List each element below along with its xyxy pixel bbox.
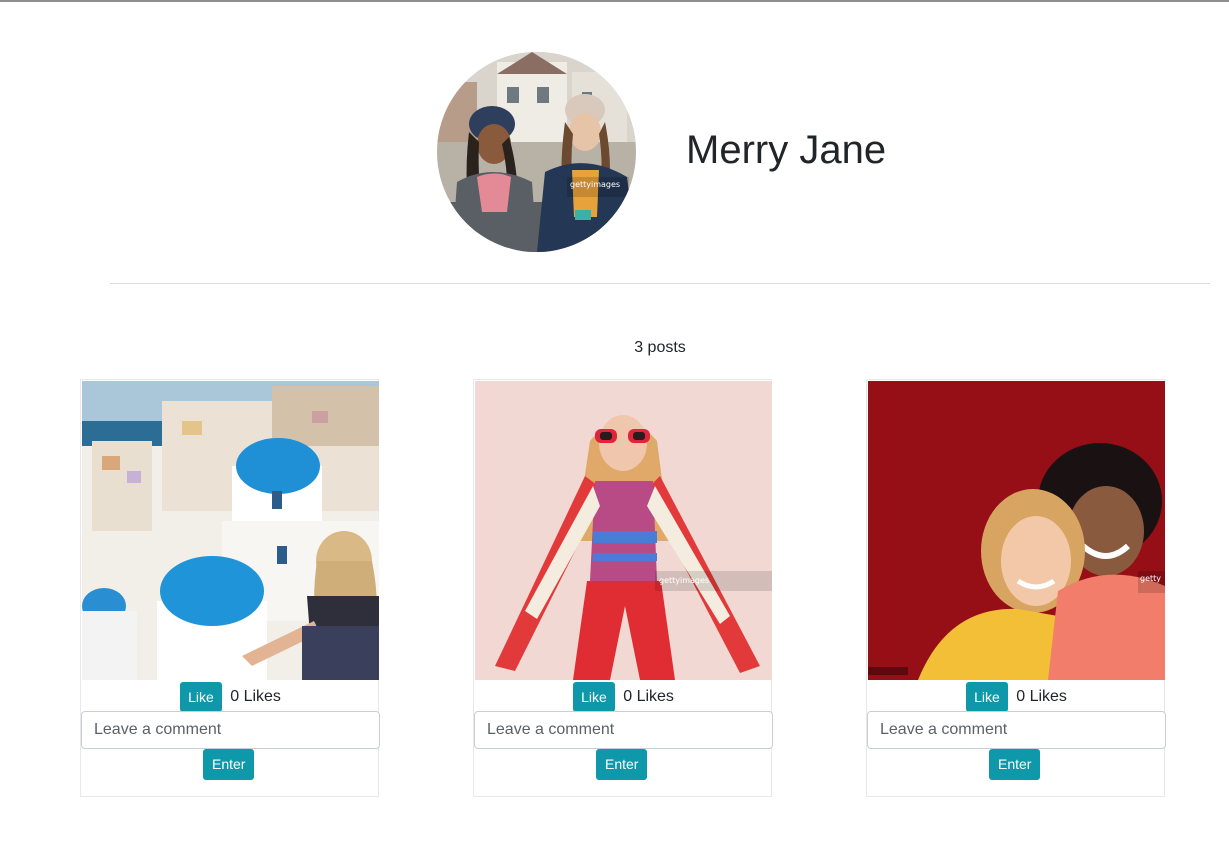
comment-input[interactable] <box>867 711 1166 749</box>
svg-text:gettyimages: gettyimages <box>570 180 620 189</box>
profile-name: Merry Jane <box>686 128 887 172</box>
like-row: Like 0 Likes <box>474 681 773 713</box>
post-image[interactable]: getty <box>868 381 1165 680</box>
enter-button[interactable]: Enter <box>989 749 1041 780</box>
like-row: Like 0 Likes <box>81 681 380 713</box>
post-card: Like 0 Likes Enter <box>80 379 380 797</box>
enter-button[interactable]: Enter <box>203 749 255 780</box>
avatar-photo: gettyimages <box>437 52 636 252</box>
like-button[interactable]: Like <box>966 682 1008 712</box>
post-card: gettyimages Like 0 Likes Enter <box>473 379 773 797</box>
like-count: 0 Likes <box>623 687 674 705</box>
post-image[interactable] <box>82 381 379 680</box>
like-count: 0 Likes <box>230 687 281 705</box>
comment-input[interactable] <box>474 711 773 749</box>
svg-text:getty: getty <box>1140 574 1161 583</box>
enter-button[interactable]: Enter <box>596 749 648 780</box>
like-button[interactable]: Like <box>180 682 222 712</box>
header-divider <box>110 283 1210 284</box>
selfie-photo: getty <box>868 381 1165 680</box>
red-scarf-photo: gettyimages <box>475 381 772 680</box>
top-border <box>0 0 1229 2</box>
post-image[interactable]: gettyimages <box>475 381 772 680</box>
post-count: 3 posts <box>634 339 686 356</box>
santorini-photo <box>82 381 379 680</box>
post-card: getty Like 0 Likes Enter <box>866 379 1166 797</box>
like-button[interactable]: Like <box>573 682 615 712</box>
like-row: Like 0 Likes <box>867 681 1166 713</box>
svg-text:gettyimages: gettyimages <box>659 576 709 585</box>
like-count: 0 Likes <box>1016 687 1067 705</box>
profile-avatar: gettyimages <box>437 52 636 252</box>
comment-input[interactable] <box>81 711 380 749</box>
